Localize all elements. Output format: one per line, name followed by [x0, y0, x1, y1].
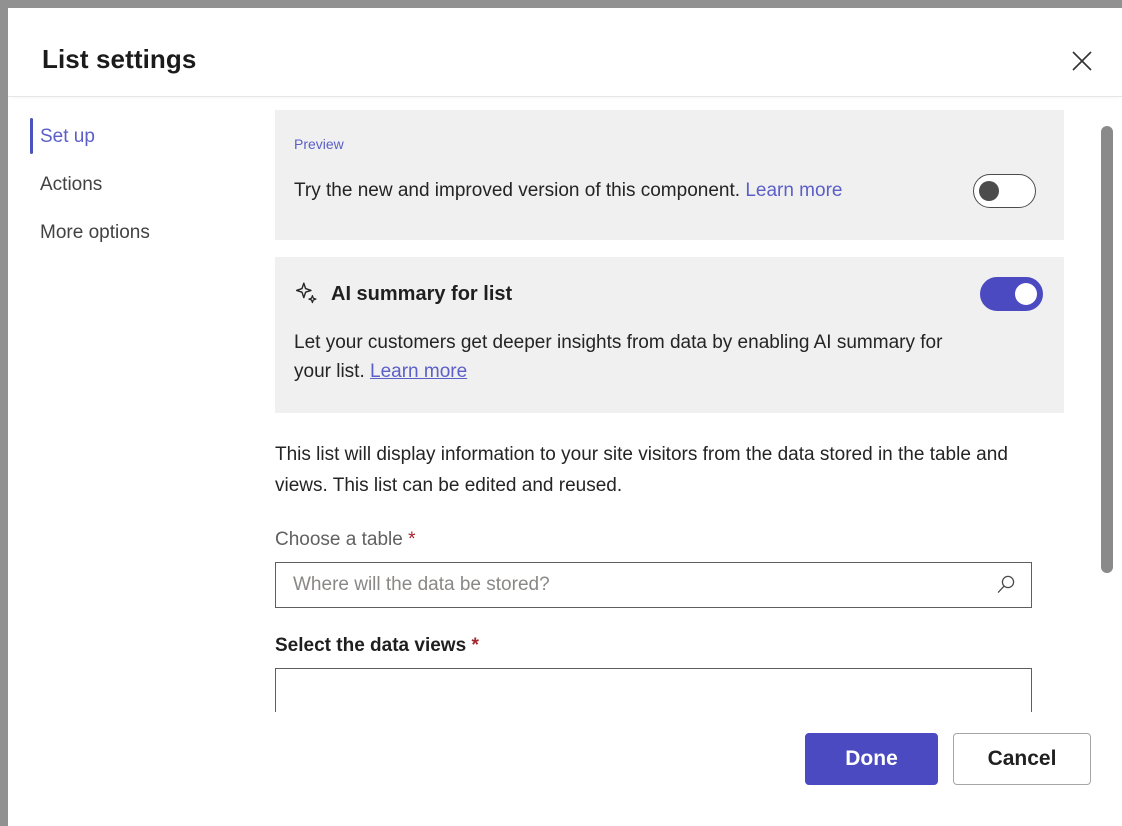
select-data-views-label-text: Select the data views	[275, 635, 466, 656]
done-button[interactable]: Done	[805, 733, 938, 785]
sidebar-item-label: More options	[40, 223, 150, 242]
sidebar-item-actions[interactable]: Actions	[8, 160, 258, 208]
settings-content: Preview Try the new and improved version…	[275, 96, 1075, 726]
dialog-header: List settings	[8, 8, 1122, 96]
choose-table-label-text: Choose a table	[275, 529, 403, 550]
close-button[interactable]	[1065, 44, 1099, 78]
cancel-button[interactable]: Cancel	[953, 733, 1091, 785]
choose-table-input-wrap[interactable]	[275, 562, 1032, 608]
list-settings-dialog: List settings Set up Actions More option…	[8, 8, 1122, 826]
ai-summary-learn-more-link[interactable]: Learn more	[370, 361, 467, 382]
sparkle-icon	[294, 281, 320, 307]
page-title: List settings	[42, 44, 196, 75]
content-scrollbar[interactable]	[1101, 110, 1113, 710]
select-data-views-input[interactable]	[276, 680, 1031, 702]
select-data-views-input-wrap[interactable]	[275, 668, 1032, 714]
list-description: This list will display information to yo…	[275, 439, 1040, 502]
dialog-body: Set up Actions More options Preview Try …	[8, 96, 1122, 712]
preview-description: Try the new and improved version of this…	[294, 178, 842, 204]
preview-banner: Preview Try the new and improved version…	[275, 110, 1064, 240]
close-icon	[1069, 48, 1095, 74]
required-asterisk: *	[471, 635, 478, 656]
toggle-knob	[979, 181, 999, 201]
select-data-views-label: Select the data views *	[275, 635, 1075, 657]
preview-description-text: Try the new and improved version of this…	[294, 180, 740, 201]
ai-summary-title: AI summary for list	[331, 283, 512, 306]
ai-summary-card: AI summary for list Let your customers g…	[275, 257, 1064, 413]
choose-table-label: Choose a table *	[275, 529, 1075, 551]
sidebar-item-set-up[interactable]: Set up	[8, 112, 258, 160]
scrollbar-thumb[interactable]	[1101, 126, 1113, 573]
preview-toggle[interactable]	[973, 174, 1036, 208]
preview-learn-more-link[interactable]: Learn more	[745, 180, 842, 201]
toggle-knob	[1015, 283, 1037, 305]
search-icon[interactable]	[995, 574, 1031, 596]
sidebar-item-label: Set up	[40, 127, 95, 146]
ai-summary-toggle[interactable]	[980, 277, 1043, 311]
choose-table-field: Choose a table *	[275, 529, 1075, 608]
ai-summary-description: Let your customers get deeper insights f…	[294, 328, 984, 387]
choose-table-input[interactable]	[276, 574, 995, 596]
required-asterisk: *	[408, 529, 415, 550]
select-data-views-field: Select the data views *	[275, 635, 1075, 714]
sidebar: Set up Actions More options	[8, 96, 258, 256]
sidebar-item-more-options[interactable]: More options	[8, 208, 258, 256]
sidebar-item-label: Actions	[40, 175, 102, 194]
preview-badge: Preview	[294, 136, 1036, 152]
dialog-footer: Done Cancel	[8, 712, 1122, 826]
